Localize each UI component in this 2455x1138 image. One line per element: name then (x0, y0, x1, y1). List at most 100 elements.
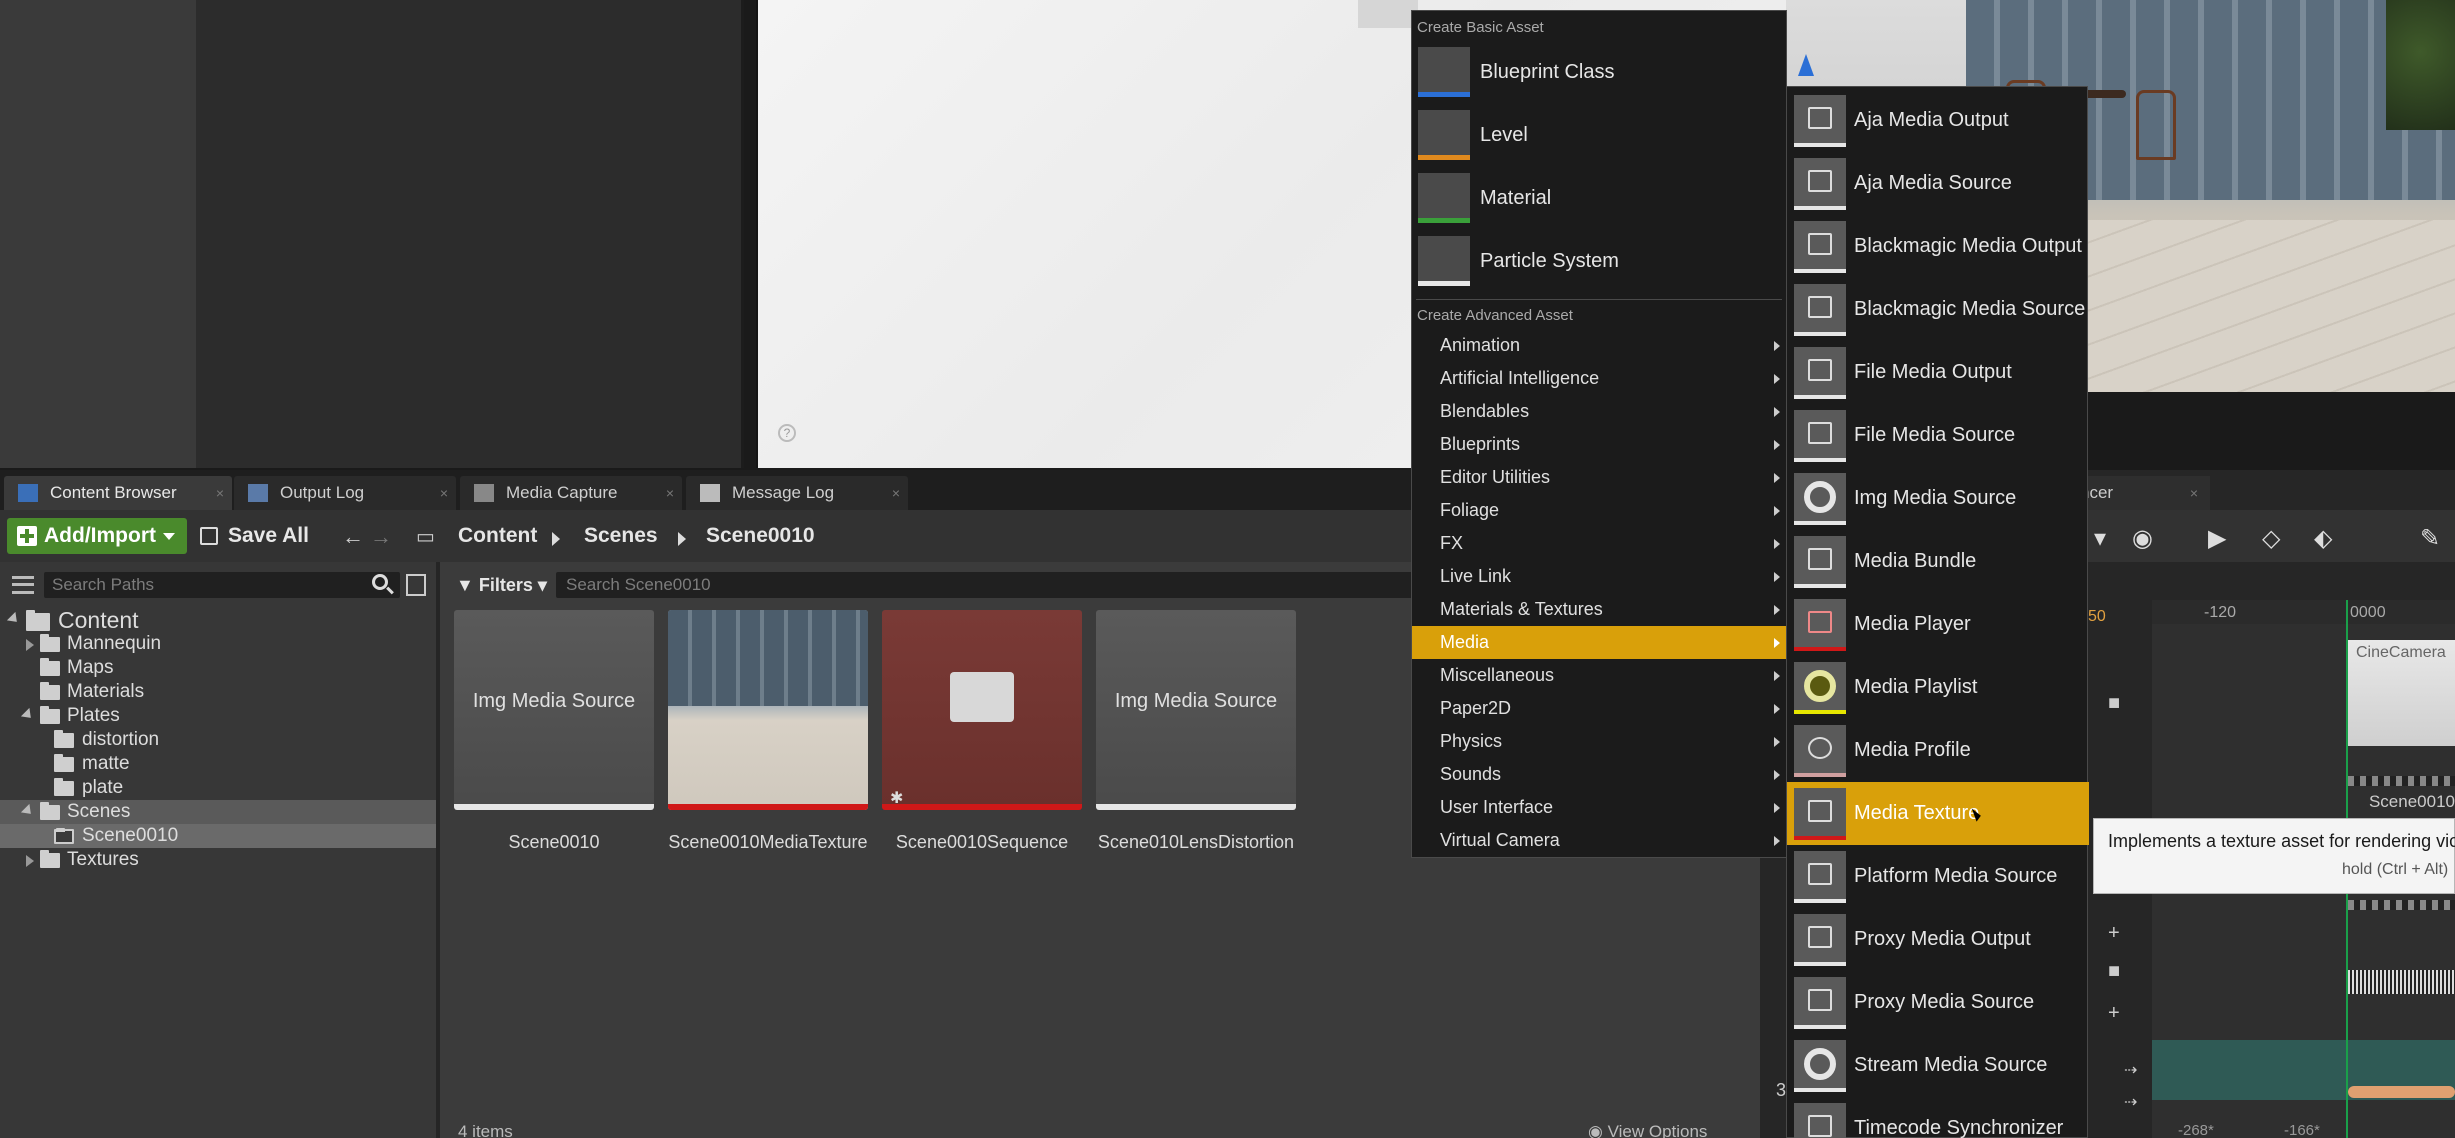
submenu-item-media-bundle[interactable]: Media Bundle (1787, 530, 2089, 593)
menu-item-virtual-camera[interactable]: Virtual Camera (1412, 824, 1788, 857)
tree-item-matte[interactable]: matte (0, 752, 436, 776)
view-options-button[interactable]: ◉ View Options (1588, 1122, 1707, 1138)
submenu-item-media-profile[interactable]: Media Profile (1787, 719, 2089, 782)
tree-item-maps[interactable]: Maps (0, 656, 436, 680)
submenu-item-blackmagic-media-output[interactable]: Blackmagic Media Output (1787, 215, 2089, 278)
breadcrumb-content[interactable]: Content (458, 518, 537, 554)
submenu-item-platform-media-source[interactable]: Platform Media Source (1787, 845, 2089, 908)
key-add-icon[interactable]: ⬖ (2314, 524, 2332, 553)
submenu-item-aja-media-output[interactable]: Aja Media Output (1787, 89, 2089, 152)
menu-item-physics[interactable]: Physics (1412, 725, 1788, 758)
submenu-item-stream-media-source[interactable]: Stream Media Source (1787, 1034, 2089, 1097)
link-icon[interactable]: ⇢ (2124, 1092, 2137, 1112)
submenu-item-file-media-source[interactable]: File Media Source (1787, 404, 2089, 467)
tab-content-browser[interactable]: Content Browser × (4, 476, 232, 510)
filters-button[interactable]: ▼ Filters ▾ (456, 572, 547, 598)
tree-item-mannequin[interactable]: Mannequin (0, 632, 436, 656)
submenu-item-blackmagic-media-source[interactable]: Blackmagic Media Source (1787, 278, 2089, 341)
camera-thumbnail[interactable]: CineCamera (2348, 640, 2455, 746)
asset-tile-scene0010sequence[interactable]: ✱ (882, 610, 1082, 810)
help-icon[interactable]: ? (778, 424, 796, 442)
add-import-button[interactable]: Add/Import (7, 518, 187, 554)
tree-item-scene0010[interactable]: Scene0010 (0, 824, 436, 848)
close-icon[interactable]: × (666, 476, 674, 510)
expand-icon[interactable] (6, 611, 22, 627)
dropdown-arrow-icon[interactable]: ▾ (2094, 524, 2106, 553)
collapse-icon[interactable] (26, 855, 34, 867)
tree-item-scenes[interactable]: Scenes (0, 800, 436, 824)
time-ruler[interactable]: -120 0000 (2152, 600, 2455, 624)
menu-item-blendables[interactable]: Blendables (1412, 395, 1788, 428)
menu-item-material[interactable]: Material (1412, 167, 1788, 229)
menu-item-blueprint-class[interactable]: Blueprint Class (1412, 41, 1788, 103)
menu-item-live-link[interactable]: Live Link (1412, 560, 1788, 593)
tab-output-log[interactable]: Output Log × (234, 476, 456, 510)
menu-item-miscellaneous[interactable]: Miscellaneous (1412, 659, 1788, 692)
submenu-item-aja-media-source[interactable]: Aja Media Source (1787, 152, 2089, 215)
expand-icon[interactable] (20, 803, 36, 819)
tab-media-capture[interactable]: Media Capture × (460, 476, 682, 510)
asset-name[interactable]: Scene010LensDistortion (1086, 832, 1306, 853)
shot-clip[interactable] (2348, 1086, 2455, 1098)
breadcrumb-separator-icon[interactable] (552, 532, 560, 546)
asset-name[interactable]: Scene0010 (444, 832, 664, 853)
close-icon[interactable]: × (440, 476, 448, 510)
sources-toggle-icon[interactable] (12, 576, 34, 594)
link-icon[interactable]: ⇢ (2124, 1060, 2137, 1080)
tree-item-plates[interactable]: Plates (0, 704, 436, 728)
eye-icon[interactable]: ◉ (2132, 524, 2153, 553)
folder-open-icon[interactable]: ▭ (416, 524, 435, 549)
add-track-icon[interactable]: + (2108, 922, 2120, 945)
camera-icon[interactable]: ■ (2108, 960, 2120, 983)
asset-tile-scene0010mediatexture[interactable] (668, 610, 868, 810)
camera-icon[interactable]: ■ (2108, 692, 2120, 715)
forward-arrow-icon[interactable]: → (370, 524, 392, 550)
submenu-item-proxy-media-source[interactable]: Proxy Media Source (1787, 971, 2089, 1034)
asset-tile-scene010lensdistortion[interactable]: Img Media Source (1096, 610, 1296, 810)
submenu-item-proxy-media-output[interactable]: Proxy Media Output (1787, 908, 2089, 971)
close-icon[interactable]: × (216, 476, 224, 510)
search-icon[interactable] (372, 574, 388, 590)
asset-tile-scene0010[interactable]: Img Media Source (454, 610, 654, 810)
submenu-item-img-media-source[interactable]: Img Media Source (1787, 467, 2089, 530)
close-icon[interactable]: × (2190, 476, 2198, 510)
expand-icon[interactable] (20, 707, 36, 723)
menu-item-blueprints[interactable]: Blueprints (1412, 428, 1788, 461)
gizmo-arrow-icon[interactable] (1798, 54, 1814, 76)
back-arrow-icon[interactable]: ← (342, 524, 364, 550)
submenu-item-media-texture[interactable]: Media Texture (1787, 782, 2089, 845)
menu-item-editor-utilities[interactable]: Editor Utilities (1412, 461, 1788, 494)
save-all-button[interactable]: Save All (200, 518, 309, 554)
list-view-icon[interactable] (406, 574, 426, 596)
menu-item-sounds[interactable]: Sounds (1412, 758, 1788, 791)
tree-item-plate[interactable]: plate (0, 776, 436, 800)
play-icon[interactable]: ▶ (2208, 524, 2226, 553)
menu-item-paper2d[interactable]: Paper2D (1412, 692, 1788, 725)
tree-item-content[interactable]: Content (0, 608, 436, 632)
submenu-item-media-player[interactable]: Media Player (1787, 593, 2089, 656)
menu-item-materials-textures[interactable]: Materials & Textures (1412, 593, 1788, 626)
search-assets-input[interactable]: Search Scene0010 (556, 572, 1416, 598)
menu-item-foliage[interactable]: Foliage (1412, 494, 1788, 527)
asset-name[interactable]: Scene0010MediaTexture (658, 832, 878, 853)
collapse-icon[interactable] (26, 639, 34, 651)
submenu-item-timecode-synchronizer[interactable]: Timecode Synchronizer (1787, 1097, 2089, 1138)
menu-item-animation[interactable]: Animation (1412, 329, 1788, 362)
tree-item-materials[interactable]: Materials (0, 680, 436, 704)
menu-item-level[interactable]: Level (1412, 104, 1788, 166)
close-icon[interactable]: × (892, 476, 900, 510)
menu-item-fx[interactable]: FX (1412, 527, 1788, 560)
tree-item-textures[interactable]: Textures (0, 848, 436, 872)
tree-item-distortion[interactable]: distortion (0, 728, 436, 752)
add-track-icon[interactable]: + (2108, 1002, 2120, 1025)
breadcrumb-scene0010[interactable]: Scene0010 (706, 518, 815, 554)
submenu-item-media-playlist[interactable]: Media Playlist (1787, 656, 2089, 719)
menu-item-particle-system[interactable]: Particle System (1412, 230, 1788, 292)
menu-item-user-interface[interactable]: User Interface (1412, 791, 1788, 824)
pencil-icon[interactable]: ✎ (2420, 524, 2440, 553)
breadcrumb-scenes[interactable]: Scenes (584, 518, 658, 554)
menu-item-artificial-intelligence[interactable]: Artificial Intelligence (1412, 362, 1788, 395)
submenu-item-file-media-output[interactable]: File Media Output (1787, 341, 2089, 404)
tab-message-log[interactable]: Message Log × (686, 476, 908, 510)
key-icon[interactable]: ◇ (2262, 524, 2280, 553)
